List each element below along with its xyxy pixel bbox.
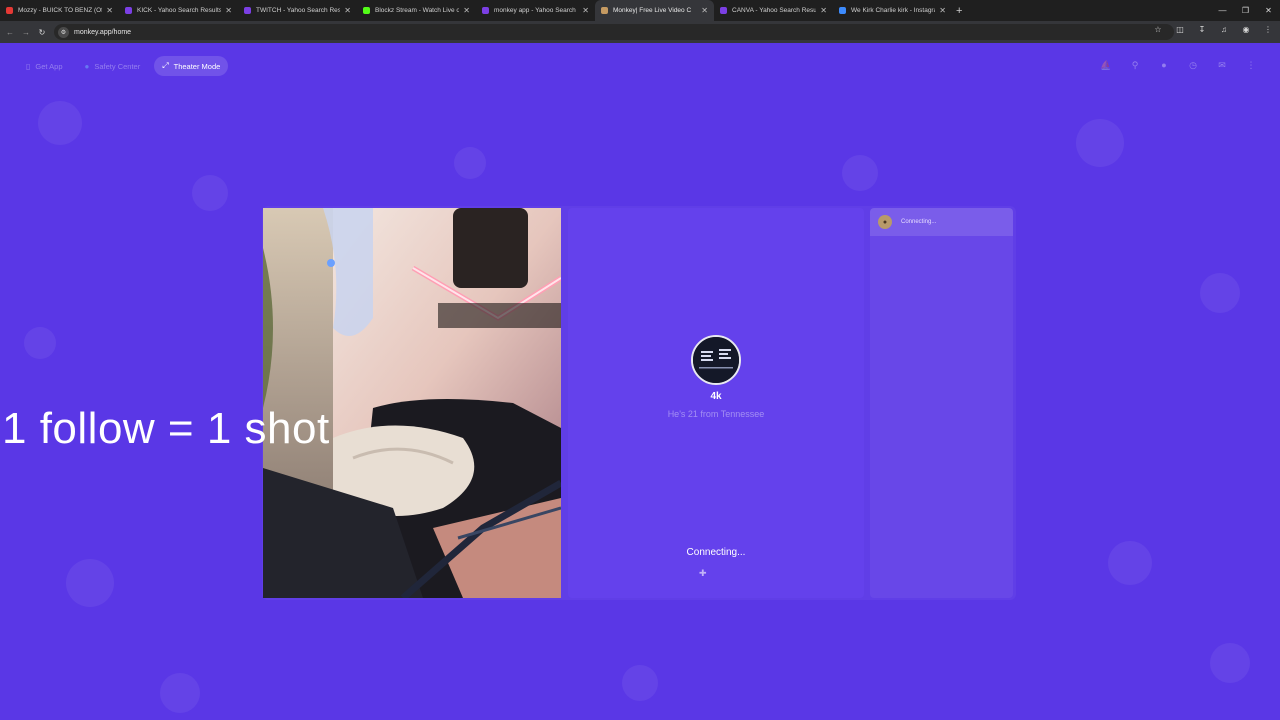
tab-list: Mozzy - BUICK TO BENZ (Offic ✕ KICK - Yaho…	[0, 0, 952, 21]
search-icon[interactable]: ⚲	[1128, 58, 1142, 72]
chat-icon	[839, 7, 846, 14]
expand-icon: ⤢	[162, 61, 169, 70]
top-nav: ▯ Get App ● Safety Center ⤢ Theater Mode	[18, 56, 229, 76]
shield-icon: ●	[84, 61, 90, 71]
chat-status-text: Connecting...	[901, 219, 937, 225]
close-tab-icon[interactable]: ✕	[939, 6, 946, 15]
chat-status-row: ● Connecting...	[870, 208, 1013, 236]
yahoo-icon	[244, 7, 251, 14]
browser-tab[interactable]: Monkey| Free Live Video C ✕	[595, 0, 714, 21]
history-icon[interactable]: ◷	[1186, 58, 1200, 72]
browser-tab[interactable]: Blockz Stream - Watch Live on ✕	[357, 0, 476, 21]
stream-overlay-caption: 1 follow = 1 shot	[2, 404, 330, 453]
cursor-icon: ✚	[699, 568, 707, 578]
close-tab-icon[interactable]: ✕	[225, 6, 232, 15]
tab-title: TWITCH - Yahoo Search Results	[256, 7, 341, 14]
stranger-username: 4k	[710, 391, 722, 402]
tab-title: CANVA - Yahoo Search Results	[732, 7, 817, 14]
stranger-bio: He's 21 from Tennessee	[667, 409, 765, 419]
youtube-icon	[6, 7, 13, 14]
browser-tabstrip: Mozzy - BUICK TO BENZ (Offic ✕ KICK - Yaho…	[0, 0, 1280, 21]
profile-icon[interactable]: ◉	[1240, 25, 1252, 34]
address-bar-row: ← → ↻ ⚙ monkey.app/home ☆ ◫ ↧ ♫ ◉ ⋮	[0, 21, 1280, 43]
kick-icon	[363, 7, 370, 14]
close-tab-icon[interactable]: ✕	[701, 6, 708, 15]
forward-icon[interactable]: →	[18, 28, 34, 37]
site-info-icon[interactable]: ⚙	[58, 26, 69, 38]
toolbar-icons: ☆ ◫ ↧ ♫ ◉ ⋮	[1152, 25, 1274, 34]
messages-icon[interactable]: ✉	[1215, 58, 1229, 72]
media-icon[interactable]: ♫	[1218, 25, 1230, 34]
safety-center-button[interactable]: ● Safety Center	[77, 56, 149, 76]
camera-image	[263, 208, 561, 598]
yahoo-icon	[482, 7, 489, 14]
close-tab-icon[interactable]: ✕	[344, 6, 351, 15]
get-app-button[interactable]: ▯ Get App	[18, 56, 71, 76]
extensions-icon[interactable]: ◫	[1174, 25, 1186, 34]
avatar-image	[693, 337, 739, 383]
browser-tab[interactable]: TWITCH - Yahoo Search Results✕	[238, 0, 357, 21]
browser-tab[interactable]: CANVA - Yahoo Search Results ✕	[714, 0, 833, 21]
download-icon[interactable]: ↧	[1196, 25, 1208, 34]
tab-title: Monkey| Free Live Video C	[613, 7, 692, 14]
restore-icon[interactable]: ❐	[1234, 0, 1257, 21]
tab-title: KICK - Yahoo Search Results	[137, 7, 222, 14]
new-tab-button[interactable]: +	[956, 5, 962, 17]
close-window-icon[interactable]: ✕	[1257, 0, 1280, 21]
minimize-icon[interactable]: —	[1211, 0, 1234, 21]
browser-tab[interactable]: We Kirk Charlie kirk - Instagram ✕	[833, 0, 952, 21]
bookmark-star-icon[interactable]: ☆	[1152, 25, 1164, 34]
theater-mode-label: Theater Mode	[173, 61, 221, 71]
stranger-avatar	[691, 335, 741, 385]
tab-title: We Kirk Charlie kirk - Instagram	[851, 7, 936, 14]
menu-icon[interactable]: ⋮	[1262, 25, 1274, 34]
monkey-icon: ●	[878, 215, 892, 229]
theater-mode-button[interactable]: ⤢ Theater Mode	[154, 56, 229, 76]
omnibox[interactable]: ⚙ monkey.app/home	[54, 24, 1174, 40]
safety-center-label: Safety Center	[94, 61, 141, 71]
yahoo-icon	[125, 7, 132, 14]
browser-tab[interactable]: monkey app - Yahoo Search Re ✕	[476, 0, 595, 21]
side-chat-panel	[870, 208, 1013, 598]
url-text: monkey.app/home	[74, 28, 132, 36]
connection-status: Connecting...	[686, 547, 746, 558]
close-tab-icon[interactable]: ✕	[106, 6, 113, 15]
profile-menu-icon[interactable]: ⋮	[1244, 58, 1258, 72]
close-tab-icon[interactable]: ✕	[582, 6, 589, 15]
tab-title: Mozzy - BUICK TO BENZ (Offic	[18, 7, 103, 14]
close-tab-icon[interactable]: ✕	[820, 6, 827, 15]
tab-title: monkey app - Yahoo Search Re	[494, 7, 579, 14]
self-camera-feed	[263, 208, 561, 598]
close-tab-icon[interactable]: ✕	[463, 6, 470, 15]
stranger-panel	[568, 208, 864, 598]
coin-icon[interactable]: ●	[1157, 58, 1171, 72]
browser-tab[interactable]: KICK - Yahoo Search Results ✕	[119, 0, 238, 21]
shop-icon[interactable]: ⛵	[1099, 58, 1113, 72]
phone-icon: ▯	[26, 61, 31, 71]
tab-title: Blockz Stream - Watch Live on	[375, 7, 460, 14]
browser-tab[interactable]: Mozzy - BUICK TO BENZ (Offic ✕	[0, 0, 119, 21]
yahoo-icon	[720, 7, 727, 14]
back-icon[interactable]: ←	[2, 28, 18, 37]
top-right-icons: ⛵ ⚲ ● ◷ ✉ ⋮	[1099, 58, 1258, 72]
reload-icon[interactable]: ↻	[34, 28, 50, 37]
get-app-label: Get App	[35, 61, 63, 71]
window-controls: — ❐ ✕	[1211, 0, 1280, 21]
monkey-icon	[601, 7, 608, 14]
